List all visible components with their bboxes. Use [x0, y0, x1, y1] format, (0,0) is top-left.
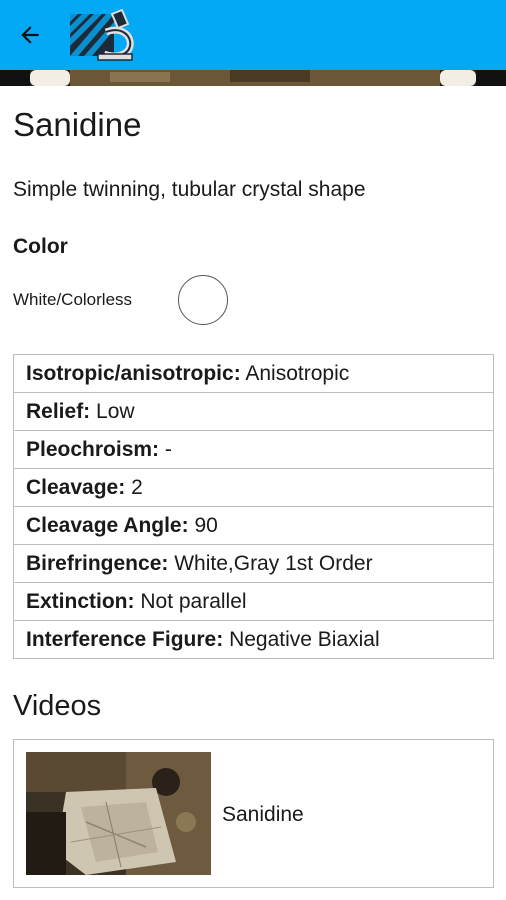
page-title: Sanidine: [13, 106, 142, 143]
video-thumbnail: [26, 752, 211, 875]
property-label: Isotropic/anisotropic:: [26, 361, 241, 385]
table-row: Interference Figure: Negative Biaxial: [13, 620, 494, 659]
property-label: Extinction:: [26, 589, 135, 613]
property-value: White,Gray 1st Order: [174, 551, 373, 575]
property-label: Pleochroism:: [26, 437, 160, 461]
property-value: Anisotropic: [245, 361, 350, 385]
property-label: Cleavage:: [26, 475, 126, 499]
back-button[interactable]: [12, 17, 48, 53]
table-row: Relief: Low: [13, 392, 494, 431]
property-label: Relief:: [26, 399, 91, 423]
color-name: White/Colorless: [13, 290, 133, 309]
property-label: Interference Figure:: [26, 627, 224, 651]
hero-image-graphic: [0, 70, 506, 86]
properties-table: Isotropic/anisotropic: Anisotropic Relie…: [13, 354, 494, 659]
table-row: Extinction: Not parallel: [13, 582, 494, 621]
table-row: Cleavage: 2: [13, 468, 494, 507]
color-heading: Color: [13, 235, 68, 258]
microscope-logo-icon: [70, 8, 134, 61]
table-row: Cleavage Angle: 90: [13, 506, 494, 545]
arrow-left-icon: [21, 26, 39, 44]
video-title: Sanidine: [222, 803, 304, 826]
property-value: 2: [131, 475, 143, 499]
table-row: Isotropic/anisotropic: Anisotropic: [13, 354, 494, 393]
hero-image: [0, 70, 506, 86]
property-label: Cleavage Angle:: [26, 513, 189, 537]
app-bar: [0, 0, 506, 70]
property-value: Negative Biaxial: [229, 627, 380, 651]
mineral-description: Simple twinning, tubular crystal shape: [13, 178, 366, 201]
table-row: Birefringence: White,Gray 1st Order: [13, 544, 494, 583]
property-value: 90: [194, 513, 218, 537]
videos-heading: Videos: [13, 690, 102, 722]
video-card[interactable]: Sanidine: [13, 739, 494, 888]
property-value: Low: [96, 399, 135, 423]
table-row: Pleochroism: -: [13, 430, 494, 469]
property-value: Not parallel: [140, 589, 247, 613]
property-value: -: [164, 437, 172, 461]
property-label: Birefringence:: [26, 551, 169, 575]
color-swatch: [178, 275, 228, 325]
